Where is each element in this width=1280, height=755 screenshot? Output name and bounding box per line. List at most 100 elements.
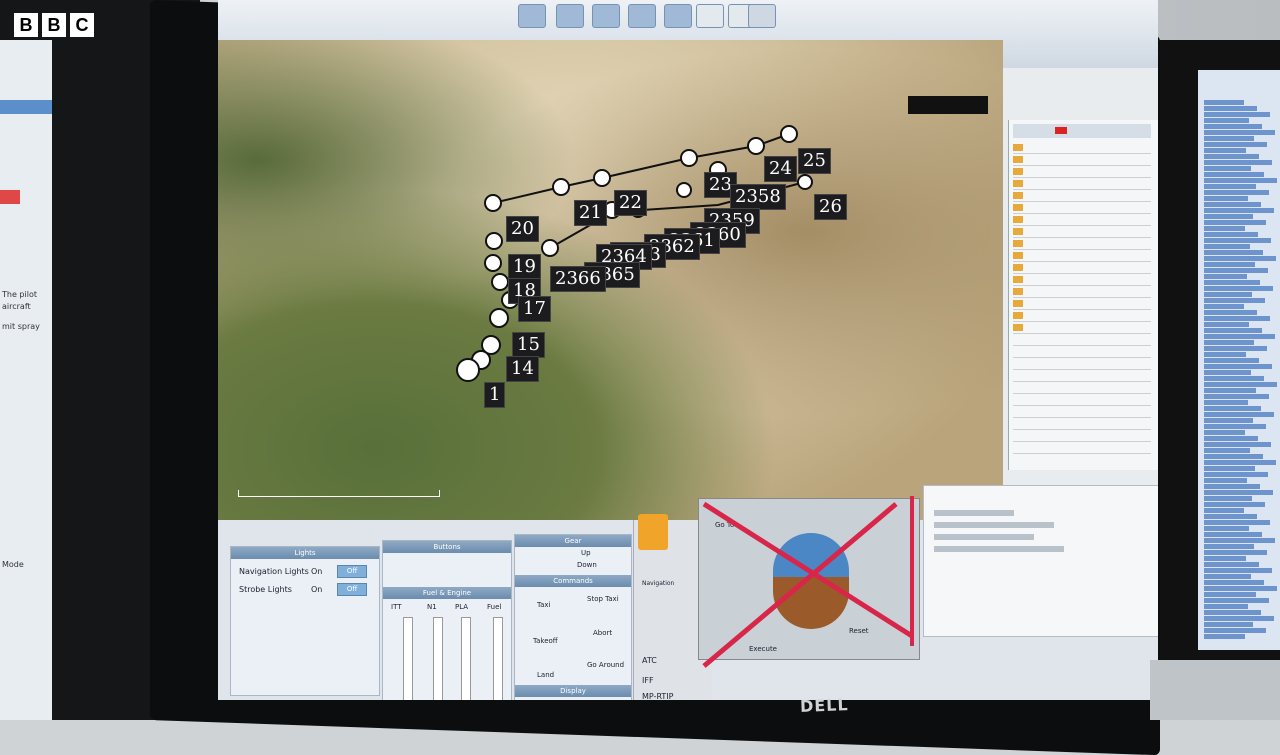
iff-link[interactable]: IFF	[642, 676, 654, 685]
log-text-line	[1204, 634, 1245, 639]
log-text-line	[1204, 604, 1248, 609]
waypoint-table-row[interactable]	[1013, 442, 1151, 454]
log-text-line	[1204, 388, 1256, 393]
waypoint-flag-icon	[1013, 180, 1023, 187]
waypoint-table-row[interactable]	[1013, 298, 1151, 310]
mp-rtip-link[interactable]: MP-RTIP	[642, 692, 673, 700]
waypoint-table-row[interactable]	[1013, 310, 1151, 322]
waypoint-flag-icon	[1013, 240, 1023, 247]
waypoint-table-row[interactable]	[1013, 202, 1151, 214]
waypoint-label[interactable]: 15	[512, 332, 545, 358]
abort-button[interactable]: Abort	[593, 629, 612, 637]
log-text-line	[1204, 148, 1246, 153]
waypoint-table-row[interactable]	[1013, 382, 1151, 394]
log-text-line	[1204, 238, 1271, 243]
waypoint-table-row[interactable]	[1013, 226, 1151, 238]
log-text-line	[1204, 268, 1268, 273]
log-text-line	[1204, 208, 1274, 213]
waypoint-table[interactable]	[1008, 120, 1158, 470]
strobe-lights-on[interactable]: On	[311, 585, 322, 594]
navigation-lights-off[interactable]: Off	[337, 565, 367, 578]
land-button[interactable]: Land	[537, 671, 554, 679]
waypoint-label[interactable]: 22	[614, 190, 647, 216]
waypoint-table-row[interactable]	[1013, 190, 1151, 202]
waypoint-table-row[interactable]	[1013, 262, 1151, 274]
waypoint-flag-icon	[1013, 288, 1023, 295]
waypoint-table-row[interactable]	[1013, 142, 1151, 154]
waypoint-label[interactable]: 2366	[550, 266, 606, 292]
waypoint-table-row[interactable]	[1013, 394, 1151, 406]
log-text-line	[1204, 394, 1269, 399]
log-text-line	[1204, 526, 1249, 531]
left-monitor-screen: The pilot aircraft mit spray Mode	[0, 40, 52, 720]
waypoint-label[interactable]: 17	[518, 296, 551, 322]
fuel-engine-title: Fuel & Engine	[383, 587, 511, 599]
waypoint-flag-icon	[1013, 312, 1023, 319]
taxi-button[interactable]: Taxi	[537, 601, 551, 609]
waypoint-flag-icon	[1013, 144, 1023, 151]
log-text-line	[1204, 316, 1270, 321]
strobe-lights-off[interactable]: Off	[337, 583, 367, 596]
left-text-1: The pilot	[2, 290, 37, 299]
log-text-line	[1204, 370, 1251, 375]
waypoint-label[interactable]: 25	[798, 148, 831, 174]
gear-down[interactable]: Down	[577, 561, 597, 569]
takeoff-land-button[interactable]	[638, 514, 668, 550]
bbc-letter: B	[42, 13, 66, 37]
waypoint-table-row[interactable]	[1013, 178, 1151, 190]
waypoint-table-row[interactable]	[1013, 418, 1151, 430]
fuel-col-itt: ITT	[391, 603, 402, 611]
log-text-line	[1204, 622, 1253, 627]
log-text-line	[1204, 562, 1259, 567]
log-text-line	[1204, 574, 1251, 579]
log-text-line	[1204, 178, 1277, 183]
log-text-line	[1204, 118, 1249, 123]
bbc-logo: B B C	[14, 13, 94, 37]
log-text-line	[1204, 418, 1253, 423]
waypoint-table-row[interactable]	[1013, 430, 1151, 442]
waypoint-label[interactable]: 21	[574, 200, 607, 226]
log-text-line	[1204, 442, 1271, 447]
waypoint-label[interactable]: 2358	[730, 184, 786, 210]
waypoint-label[interactable]: 14	[506, 356, 539, 382]
waypoint-table-row[interactable]	[1013, 214, 1151, 226]
gear-up[interactable]: Up	[581, 549, 591, 557]
waypoint-table-row[interactable]	[1013, 238, 1151, 250]
waypoint-table-row[interactable]	[1013, 154, 1151, 166]
control-panels: Lights Navigation Lights On Off Strobe L…	[218, 485, 1158, 700]
buttons-panel: Buttons Fuel & Engine ITT N1 PLA Fuel	[382, 540, 512, 700]
left-text-2: aircraft	[2, 302, 31, 311]
waypoint-label[interactable]: 24	[764, 156, 797, 182]
log-text-line	[1204, 538, 1275, 543]
waypoint-label[interactable]: 26	[814, 194, 847, 220]
waypoint-label[interactable]: 1	[484, 382, 506, 408]
go-around-button[interactable]: Go Around	[587, 661, 624, 669]
log-line	[934, 510, 1014, 516]
waypoint-table-row[interactable]	[1013, 286, 1151, 298]
lights-panel: Lights Navigation Lights On Off Strobe L…	[230, 546, 380, 696]
waypoint-table-row[interactable]	[1013, 334, 1151, 346]
waypoint-table-row[interactable]	[1013, 166, 1151, 178]
navigation-mode[interactable]: Navigation	[642, 580, 674, 587]
commands-title: Commands	[515, 575, 631, 587]
waypoint-table-row[interactable]	[1013, 250, 1151, 262]
atc-link[interactable]: ATC	[642, 656, 657, 665]
log-text-line	[1204, 586, 1277, 591]
log-text-line	[1204, 100, 1244, 105]
waypoint-table-row[interactable]	[1013, 370, 1151, 382]
n1-gauge	[433, 617, 443, 700]
log-text-line	[1204, 544, 1254, 549]
waypoint-label[interactable]: 20	[506, 216, 539, 242]
waypoint-table-row[interactable]	[1013, 358, 1151, 370]
navigation-lights-on[interactable]: On	[311, 567, 322, 576]
log-text-line	[1204, 484, 1260, 489]
log-text-line	[1204, 478, 1247, 483]
waypoint-table-row[interactable]	[1013, 406, 1151, 418]
waypoint-table-row[interactable]	[1013, 322, 1151, 334]
waypoint-table-row[interactable]	[1013, 274, 1151, 286]
takeoff-button[interactable]: Takeoff	[533, 637, 558, 645]
waypoint-flag-icon	[1013, 300, 1023, 307]
waypoint-table-row[interactable]	[1013, 346, 1151, 358]
waypoint-label[interactable]: 19	[508, 254, 541, 280]
stop-taxi-button[interactable]: Stop Taxi	[587, 595, 619, 603]
